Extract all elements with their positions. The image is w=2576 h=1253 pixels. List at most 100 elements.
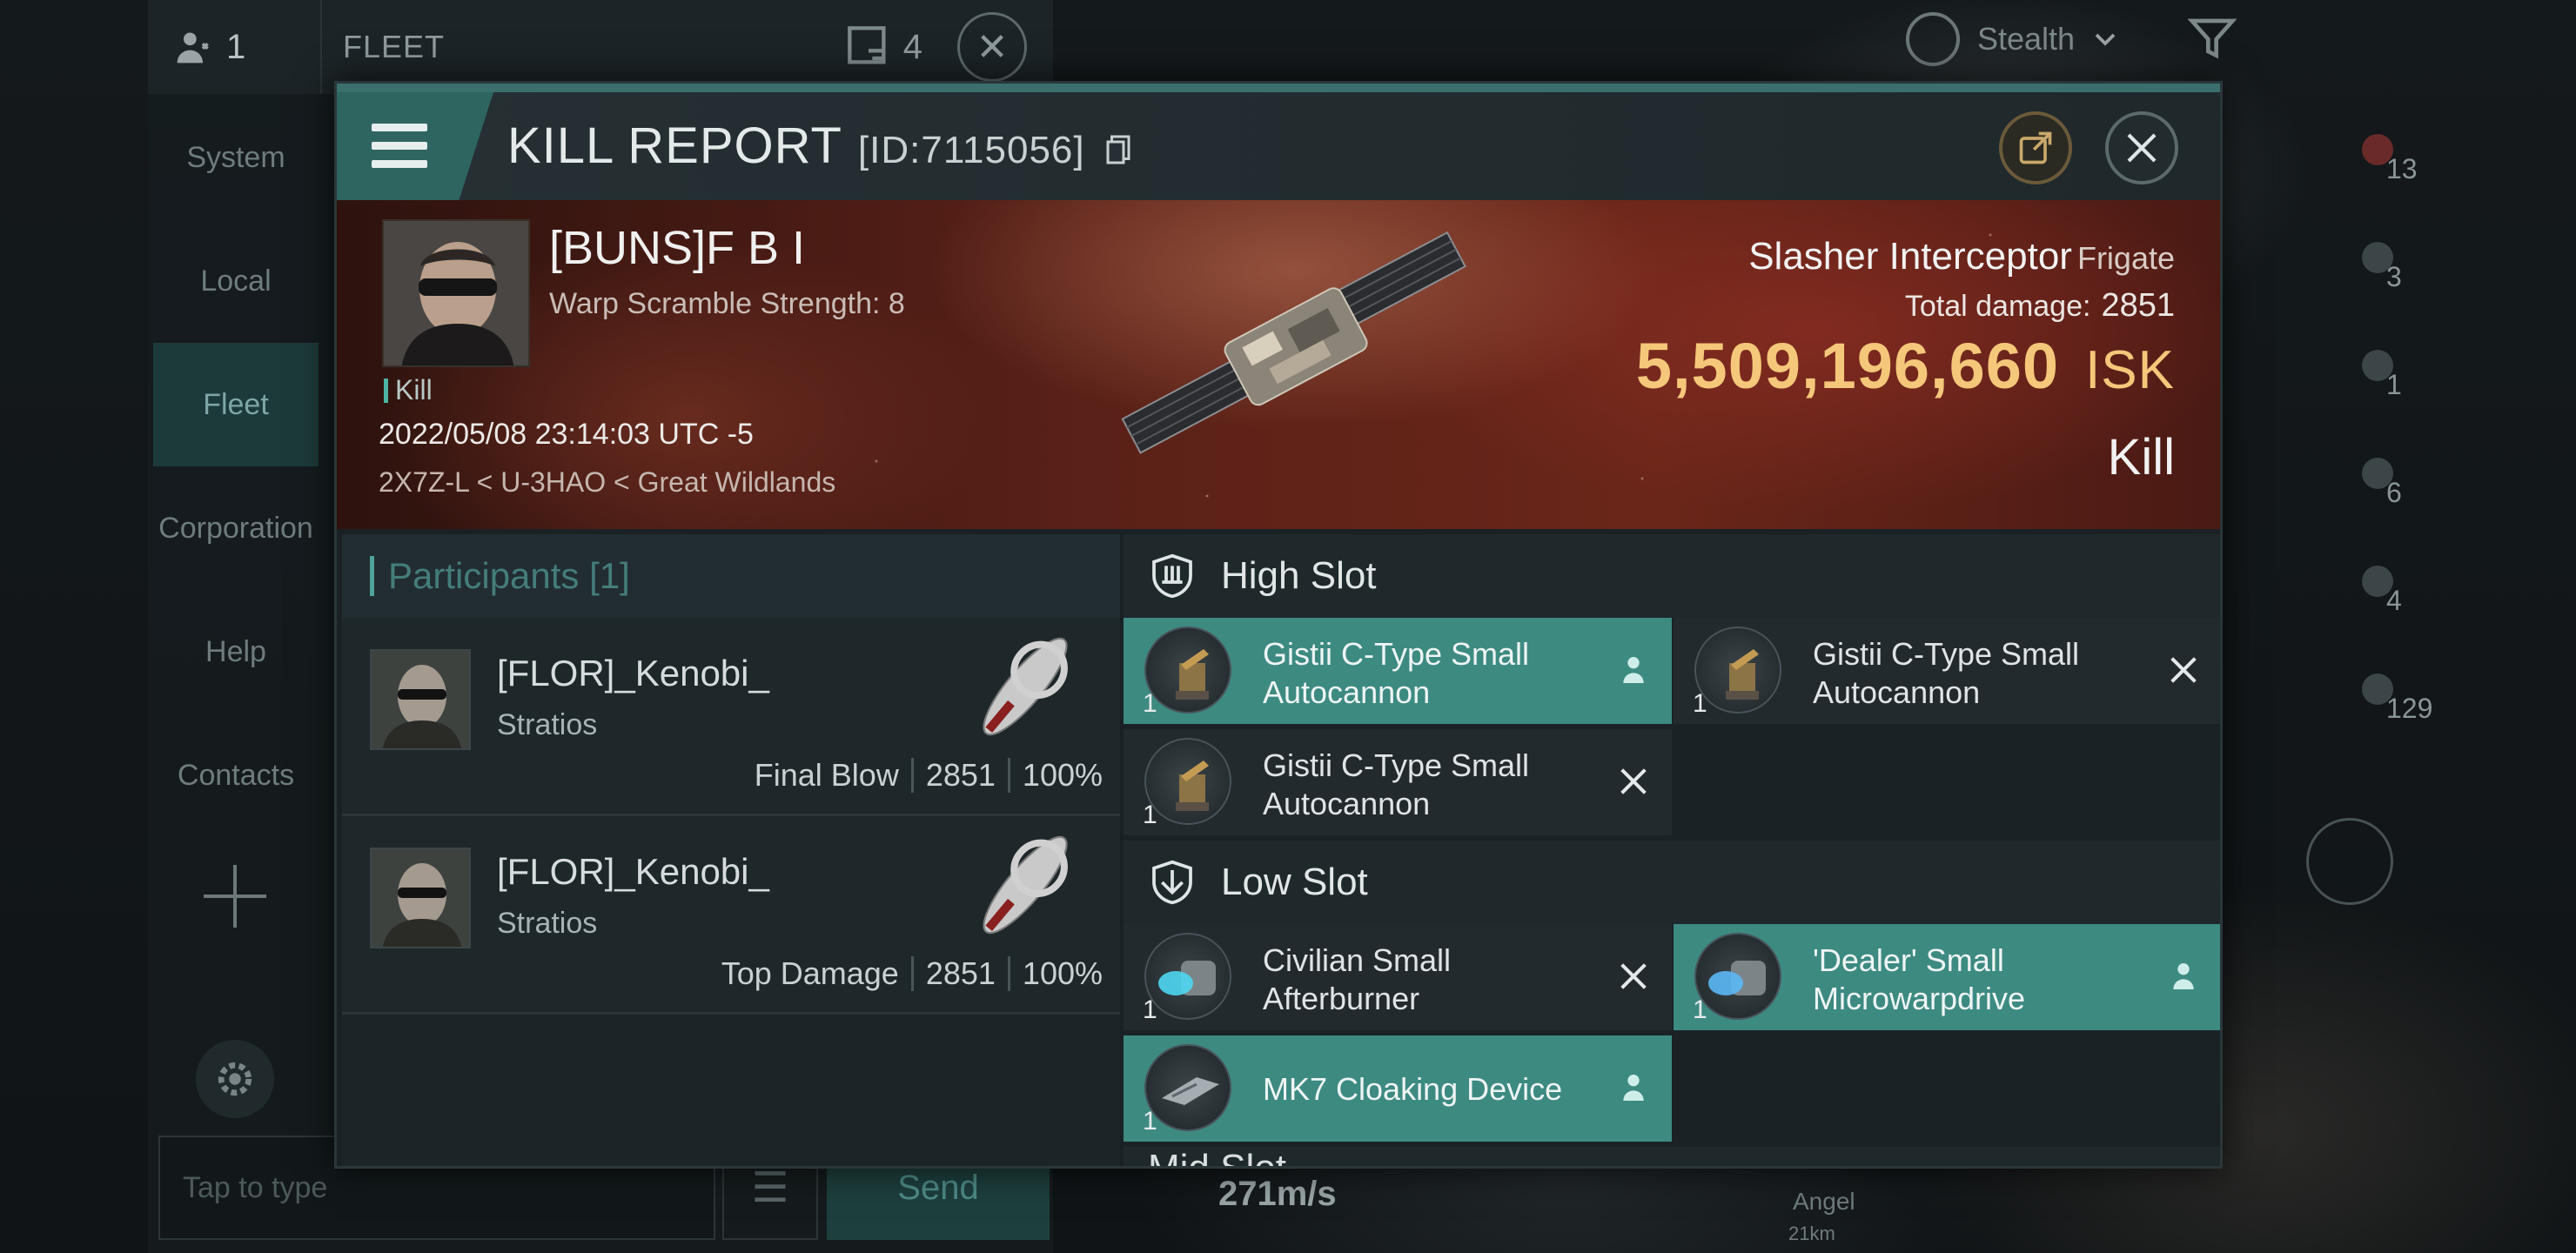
module-item[interactable]: 1 MK7 Cloaking Device xyxy=(1124,1035,1672,1142)
panel-close-icon[interactable]: ✕ xyxy=(957,12,1027,82)
victim-banner: [BUNS]F B I Warp Scramble Strength: 8 Ki… xyxy=(337,200,2220,529)
members-count: 1 xyxy=(226,27,246,66)
dialog-titlebar: KILL REPORT [ID:7115056] xyxy=(337,92,2220,200)
high-slot-icon xyxy=(1152,553,1192,599)
participant-name[interactable]: [FLOR]_Kenobi_ xyxy=(497,653,769,694)
channel-corporation[interactable]: Corporation xyxy=(153,466,319,590)
fitting-panel: High Slot 1 Gistii C-Type Small Autocann… xyxy=(1124,534,2220,1169)
autocannon-icon xyxy=(1144,738,1231,825)
low-slot-grid: 1 Civilian Small Afterburner 1 'Dealer' … xyxy=(1124,924,2220,1147)
module-item[interactable]: 1 'Dealer' Small Microwarpdrive xyxy=(1674,924,2220,1030)
mid-slot-header: Mid Slot xyxy=(1124,1147,2220,1169)
fleet-count-value: 4 xyxy=(902,27,922,66)
close-button[interactable] xyxy=(2105,111,2178,184)
overview-item[interactable]: 13 xyxy=(2350,122,2454,230)
overview-item[interactable]: 1 xyxy=(2350,338,2454,446)
overview-item[interactable]: 129 xyxy=(2350,661,2454,769)
channel-local[interactable]: Local xyxy=(153,219,319,343)
participant-avatar[interactable] xyxy=(370,649,471,750)
module-qty: 1 xyxy=(1143,801,1157,829)
kill-tag: Kill xyxy=(384,374,433,406)
module-item[interactable]: 1 Gistii C-Type Small Autocannon xyxy=(1674,618,2220,724)
participant-stats: Top Damage 2851 100% xyxy=(721,955,1103,992)
overview-count: 3 xyxy=(2386,261,2402,292)
kill-timestamp: 2022/05/08 23:14:03 UTC -5 xyxy=(379,418,754,451)
dropped-person-icon xyxy=(1623,657,1644,683)
menu-button[interactable] xyxy=(337,92,493,200)
participant-ship-image xyxy=(983,835,1068,935)
add-channel-icon[interactable] xyxy=(200,861,270,931)
overview-item[interactable]: 4 xyxy=(2350,553,2454,661)
empty-slot xyxy=(1674,729,2220,835)
channel-system[interactable]: System xyxy=(153,96,319,219)
target-distance: 21km xyxy=(1788,1223,1835,1244)
dropped-person-icon xyxy=(2173,963,2194,989)
high-slot-header: High Slot xyxy=(1124,534,2220,618)
kill-report-id[interactable]: [ID:7115056] xyxy=(858,129,1085,171)
filter-icon[interactable] xyxy=(2188,15,2237,64)
overview-item[interactable]: 3 xyxy=(2350,230,2454,338)
external-link-icon xyxy=(2019,131,2052,164)
low-slot-label: Low Slot xyxy=(1221,861,1368,903)
chat-panel-header: 1 FLEET 4 ✕ xyxy=(148,0,1053,94)
overview-item[interactable]: 6 xyxy=(2350,446,2454,553)
mode-selector[interactable]: Stealth xyxy=(1906,12,2237,66)
module-item[interactable]: 1 Civilian Small Afterburner xyxy=(1124,924,1672,1030)
participant-row[interactable]: [FLOR]_Kenobi_ Stratios Final Blow 2851 … xyxy=(342,618,1120,816)
autocannon-icon xyxy=(1144,626,1231,714)
warp-scramble-strength: Warp Scramble Strength: 8 xyxy=(549,287,905,320)
high-slot-label: High Slot xyxy=(1221,554,1377,597)
module-item[interactable]: 1 Gistii C-Type Small Autocannon xyxy=(1124,618,1672,724)
overview-count: 1 xyxy=(2386,369,2402,400)
participant-ship: Stratios xyxy=(497,708,598,741)
kill-report-title: KILL REPORT xyxy=(507,117,842,174)
module-item[interactable]: 1 Gistii C-Type Small Autocannon xyxy=(1124,729,1672,835)
participant-damage: 2851 xyxy=(925,955,996,991)
module-qty: 1 xyxy=(1693,689,1707,718)
victim-ship-type[interactable]: Slasher Interceptor Frigate xyxy=(1748,235,2175,278)
mid-slot-label: Mid Slot xyxy=(1148,1147,1286,1169)
share-button[interactable] xyxy=(1999,111,2072,184)
participants-header: Participants [1] xyxy=(342,534,1120,618)
participant-stats: Final Blow 2851 100% xyxy=(755,757,1103,794)
target-name: Angel xyxy=(1793,1188,1855,1215)
module-name: Gistii C-Type Small Autocannon xyxy=(1263,636,1530,710)
ship-class: Frigate xyxy=(2076,240,2175,276)
module-qty: 1 xyxy=(1693,995,1707,1024)
channel-help[interactable]: Help xyxy=(153,590,319,714)
overview-count: 129 xyxy=(2386,693,2433,724)
victim-name[interactable]: [BUNS]F B I xyxy=(549,221,805,275)
participant-role: Top Damage xyxy=(721,955,899,991)
copy-icon[interactable] xyxy=(1105,134,1131,165)
speed-readout: 271m/s xyxy=(1218,1175,1337,1213)
kill-tag-label: Kill xyxy=(395,374,433,405)
result-label: Kill xyxy=(2107,429,2175,486)
dropped-person-icon xyxy=(1623,1075,1644,1101)
module-qty: 1 xyxy=(1143,1107,1157,1136)
channel-fleet[interactable]: Fleet xyxy=(153,343,319,466)
swap-icon[interactable] xyxy=(2306,818,2393,905)
members-button[interactable]: 1 xyxy=(148,0,322,94)
participant-avatar[interactable] xyxy=(370,848,471,948)
isk-amount: 5,509,196,660 xyxy=(1635,330,2060,402)
overview-count: 4 xyxy=(2386,585,2402,616)
dialog-accent xyxy=(337,84,2220,92)
cloaking-device-icon xyxy=(1144,1044,1231,1131)
participant-name[interactable]: [FLOR]_Kenobi_ xyxy=(497,851,769,893)
module-name: Gistii C-Type Small Autocannon xyxy=(1813,636,2080,710)
panel-title: FLEET xyxy=(343,29,446,64)
kill-location[interactable]: 2X7Z-L < U-3HAO < Great Wildlands xyxy=(379,466,835,499)
victim-ship-image xyxy=(1121,231,1466,454)
victim-avatar[interactable] xyxy=(382,219,530,367)
fleet-count[interactable]: 4 xyxy=(846,24,922,70)
participants-title: Participants [1] xyxy=(388,555,630,596)
participant-damage: 2851 xyxy=(925,757,996,793)
overview-counters: 13 3 1 6 4 129 xyxy=(2350,122,2454,769)
chevron-down-icon xyxy=(2095,33,2116,46)
participant-row[interactable]: [FLOR]_Kenobi_ Stratios Top Damage 2851 … xyxy=(342,816,1120,1015)
module-name: 'Dealer' Small Microwarpdrive xyxy=(1813,942,2026,1016)
channel-contacts[interactable]: Contacts xyxy=(153,714,319,837)
participant-role: Final Blow xyxy=(754,757,899,793)
close-icon xyxy=(2127,133,2157,163)
settings-gear-icon[interactable] xyxy=(196,1040,274,1118)
